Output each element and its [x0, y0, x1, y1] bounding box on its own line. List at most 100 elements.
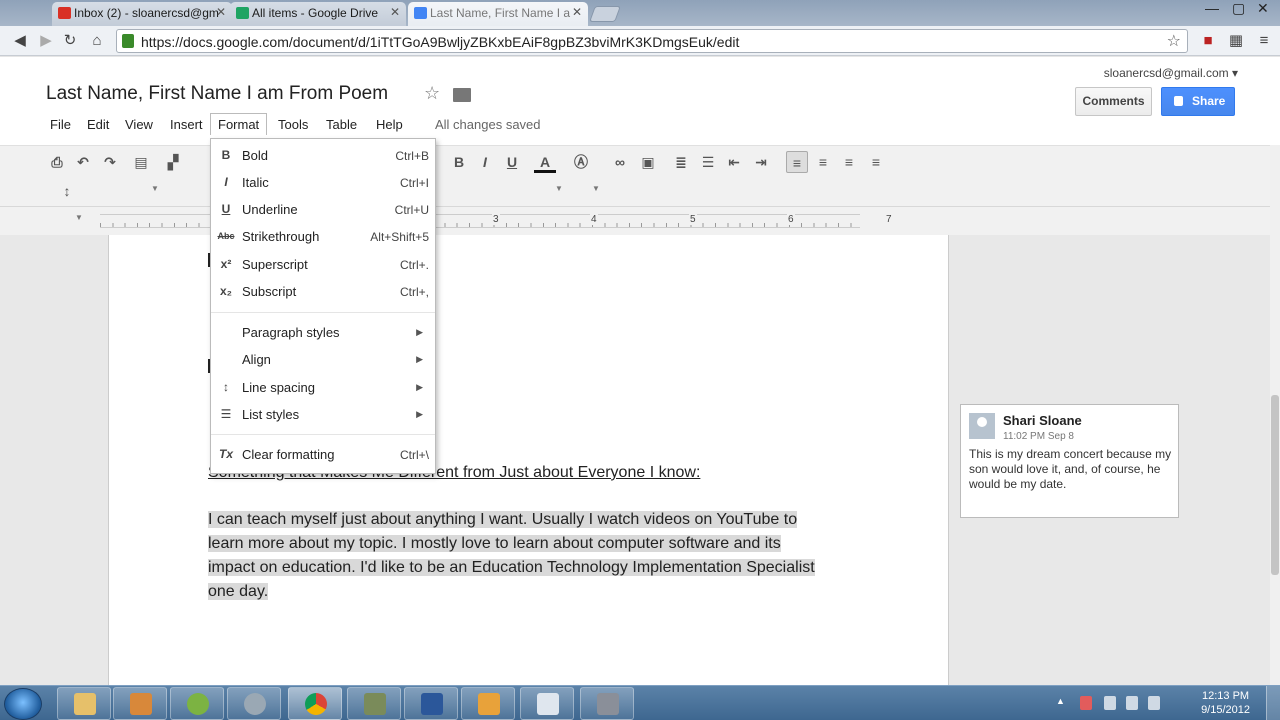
vertical-scrollbar[interactable] — [1270, 145, 1280, 685]
text-color-icon[interactable]: A — [534, 151, 556, 173]
ruler-number: 4 — [590, 214, 598, 225]
menu-format[interactable]: Format — [210, 113, 268, 135]
dropdown-arrow-icon[interactable]: ▼ — [555, 184, 563, 193]
body-paragraph[interactable]: I can teach myself just about anything I… — [208, 508, 858, 604]
scrollbar-thumb[interactable] — [1271, 395, 1279, 575]
menu-item-list-styles[interactable]: ☰ List styles ▶ — [211, 403, 435, 429]
network-icon[interactable] — [1126, 696, 1138, 710]
menu-item-superscript[interactable]: x² Superscript Ctrl+. — [211, 253, 435, 279]
menu-separator — [211, 312, 435, 313]
account-label: sloanercsd@gmail.com — [1103, 66, 1229, 80]
document-title[interactable]: Last Name, First Name I am From Poem — [46, 83, 388, 105]
tab-label: Inbox (2) - sloanercsd@gm — [74, 6, 219, 20]
tab-drive[interactable]: All items - Google Drive ✕ — [230, 2, 406, 26]
bookmark-star-icon[interactable]: ☆ — [1167, 31, 1181, 51]
close-window-icon[interactable]: ✕ — [1257, 0, 1269, 20]
bulleted-list-icon[interactable]: ☰ — [697, 151, 719, 173]
underline-icon[interactable]: U — [501, 151, 523, 173]
line-spacing-icon[interactable]: ↕ — [56, 180, 78, 202]
volume-icon[interactable] — [1148, 696, 1160, 710]
address-bar[interactable]: https://docs.google.com/document/d/1iTtT… — [116, 29, 1188, 53]
menu-table[interactable]: Table — [318, 115, 365, 134]
link-icon[interactable]: ∞ — [609, 151, 631, 173]
taskbar-app-explorer[interactable] — [57, 687, 111, 720]
comment-icon[interactable]: ▣ — [637, 151, 659, 173]
align-center-icon[interactable]: ≡ — [812, 151, 834, 173]
decrease-indent-icon[interactable]: ⇤ — [723, 151, 745, 173]
menu-item-line-spacing[interactable]: ↕ Line spacing ▶ — [211, 376, 435, 402]
close-icon[interactable]: ✕ — [390, 5, 400, 19]
taskbar-app-spotify[interactable] — [170, 687, 224, 720]
close-icon[interactable]: ✕ — [572, 5, 582, 19]
align-left-icon[interactable]: ≡ — [786, 151, 808, 173]
menu-view[interactable]: View — [117, 115, 161, 134]
menu-file[interactable]: File — [42, 115, 79, 134]
taskbar-app-word[interactable] — [404, 687, 458, 720]
clock[interactable]: 12:13 PM 9/15/2012 — [1201, 689, 1250, 717]
italic-icon[interactable]: I — [474, 151, 496, 173]
dropdown-arrow-icon[interactable]: ▼ — [592, 184, 600, 193]
minimize-icon[interactable]: — — [1205, 0, 1219, 20]
share-button[interactable]: Share — [1161, 87, 1235, 116]
home-icon[interactable]: ⌂ — [87, 31, 107, 51]
bold-icon[interactable]: B — [448, 151, 470, 173]
tab-docs[interactable]: Last Name, First Name I a ✕ — [408, 2, 588, 26]
comments-button[interactable]: Comments — [1075, 87, 1152, 116]
maximize-icon[interactable]: ▢ — [1232, 0, 1245, 20]
menu-item-paragraph-styles[interactable]: Paragraph styles ▶ — [211, 321, 435, 347]
comment-card[interactable]: Shari Sloane 11:02 PM Sep 8 This is my d… — [960, 404, 1179, 518]
highlight-color-icon[interactable]: Ⓐ — [570, 151, 592, 173]
menu-insert[interactable]: Insert — [162, 115, 211, 134]
extension-icon[interactable]: ■ — [1198, 31, 1218, 51]
dropdown-arrow-icon[interactable]: ▼ — [151, 184, 159, 193]
menu-tools[interactable]: Tools — [270, 115, 316, 134]
menu-item-subscript[interactable]: x₂ Subscript Ctrl+, — [211, 280, 435, 306]
taskbar-app-chrome[interactable] — [288, 687, 342, 720]
close-icon[interactable]: ✕ — [216, 5, 226, 19]
menu-item-clear-formatting[interactable]: Tx Clear formatting Ctrl+\ — [211, 443, 435, 469]
justify-icon[interactable]: ≡ — [865, 151, 887, 173]
indent-marker-icon[interactable]: ▼ — [75, 213, 83, 222]
show-hidden-icons-icon[interactable]: ▲ — [1056, 696, 1068, 710]
taskbar-app-media[interactable] — [113, 687, 167, 720]
show-desktop-button[interactable] — [1266, 686, 1280, 720]
paint-format-icon[interactable]: ▞ — [162, 151, 184, 173]
print-icon[interactable]: ⎙ — [46, 151, 68, 173]
align-right-icon[interactable]: ≡ — [838, 151, 860, 173]
menu-help[interactable]: Help — [368, 115, 411, 134]
magnifier-icon — [244, 693, 266, 715]
new-tab-button[interactable] — [589, 6, 621, 22]
save-status: All changes saved — [435, 117, 541, 132]
menu-item-align[interactable]: Align ▶ — [211, 348, 435, 374]
menu-item-italic[interactable]: I Italic Ctrl+I — [211, 171, 435, 197]
battery-icon[interactable] — [1104, 696, 1116, 710]
increase-indent-icon[interactable]: ⇥ — [750, 151, 772, 173]
menu-edit[interactable]: Edit — [79, 115, 117, 134]
ruler-number: 7 — [885, 214, 893, 225]
back-icon[interactable]: ◀ — [10, 31, 30, 51]
security-icon[interactable] — [1080, 696, 1092, 710]
paragraph-line: impact on education. I'd like to be an E… — [208, 559, 815, 576]
menu-item-bold[interactable]: B Bold Ctrl+B — [211, 144, 435, 170]
folder-icon[interactable] — [453, 88, 471, 102]
star-icon[interactable]: ☆ — [424, 83, 440, 104]
taskbar-app-notes[interactable] — [347, 687, 401, 720]
taskbar-app-tool[interactable] — [227, 687, 281, 720]
start-button[interactable] — [4, 688, 42, 720]
taskbar-app-recorder[interactable] — [580, 687, 634, 720]
extension-icon[interactable]: ▦ — [1226, 31, 1246, 51]
spellcheck-icon[interactable]: ▤ — [130, 151, 152, 173]
numbered-list-icon[interactable]: ≣ — [670, 151, 692, 173]
account-email[interactable]: sloanercsd@gmail.com ▾ — [1104, 66, 1238, 80]
menu-item-strikethrough[interactable]: Abc Strikethrough Alt+Shift+5 — [211, 225, 435, 251]
reload-icon[interactable]: ↻ — [60, 31, 80, 51]
menu-item-label: Italic — [242, 175, 269, 190]
taskbar-app-journal[interactable] — [520, 687, 574, 720]
tab-gmail[interactable]: Inbox (2) - sloanercsd@gm ✕ — [52, 2, 232, 26]
taskbar-app-paint[interactable] — [461, 687, 515, 720]
redo-icon[interactable]: ↷ — [99, 151, 121, 173]
menu-item-underline[interactable]: U Underline Ctrl+U — [211, 198, 435, 224]
wrench-menu-icon[interactable]: ≡ — [1254, 31, 1274, 51]
forward-icon[interactable]: ▶ — [36, 31, 56, 51]
undo-icon[interactable]: ↶ — [72, 151, 94, 173]
